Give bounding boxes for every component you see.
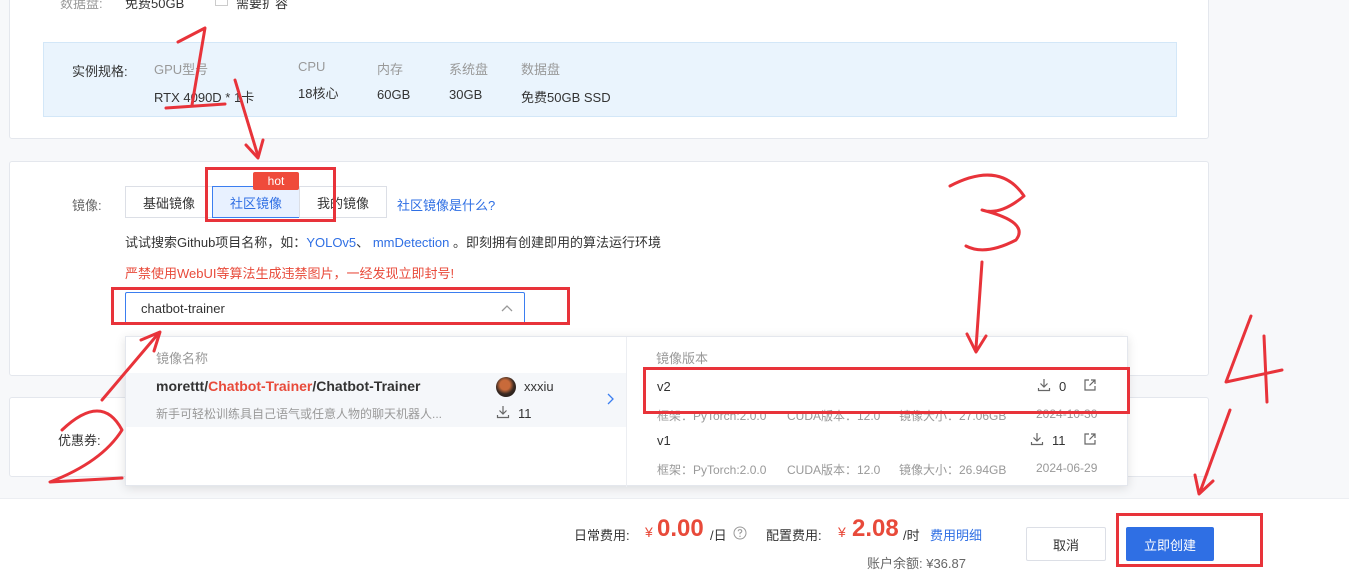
annotation-number-2: 2 <box>70 440 77 455</box>
annotation-number-1: 1 <box>180 30 187 45</box>
annotation-number-3: 3 <box>975 200 982 215</box>
annotation-number-4: 4 <box>1240 340 1247 355</box>
annotation-overlay <box>48 26 1284 496</box>
